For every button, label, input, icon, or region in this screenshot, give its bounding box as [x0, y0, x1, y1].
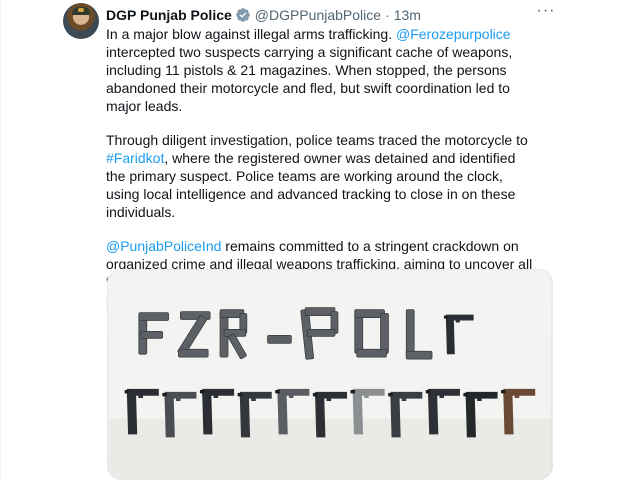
author-handle[interactable]: @DGPPunjabPolice: [255, 7, 381, 23]
avatar-cap-badge: [78, 8, 84, 12]
magazine: [405, 309, 415, 358]
verified-badge-icon[interactable]: [235, 7, 251, 23]
tweet-paragraph: In a major blow against illegal arms tra…: [106, 25, 536, 115]
magazine: [354, 313, 364, 354]
magazine: [356, 348, 387, 358]
tweet-text-segment: intercepted two suspects carrying a sign…: [106, 44, 513, 114]
tweet-timestamp[interactable]: 13m: [394, 7, 421, 23]
magazine: [354, 309, 385, 318]
tweet-image[interactable]: [107, 269, 553, 480]
magazine: [178, 348, 209, 358]
magazine: [138, 312, 169, 321]
author-name[interactable]: DGP Punjab Police: [106, 7, 232, 23]
magazine: [306, 329, 336, 337]
tweet-paragraph: Through diligent investigation, police t…: [106, 131, 536, 221]
tweet-header: DGP Punjab Police @DGPPunjabPolice · 13m: [106, 5, 421, 25]
author-avatar[interactable]: [63, 3, 99, 39]
header-separator: ·: [385, 7, 390, 23]
weapons-seizure-photo: [109, 270, 551, 479]
tweet-text-segment: In a major blow against illegal arms tra…: [106, 26, 396, 42]
magazine: [140, 331, 163, 339]
tweet-text-segment: , where the registered owner was detaine…: [106, 150, 516, 220]
hashtag-link[interactable]: #Faridkot: [106, 150, 164, 166]
magazine: [405, 350, 433, 360]
magazine: [304, 307, 336, 316]
more-options-icon[interactable]: ···: [535, 3, 557, 23]
magazine: [380, 313, 389, 354]
tweet-text-segment: Through diligent investigation, police t…: [106, 132, 528, 148]
magazine: [267, 334, 292, 344]
mention-link[interactable]: @PunjabPoliceInd: [106, 238, 221, 254]
mention-link[interactable]: @Ferozepurpolice: [396, 26, 511, 42]
